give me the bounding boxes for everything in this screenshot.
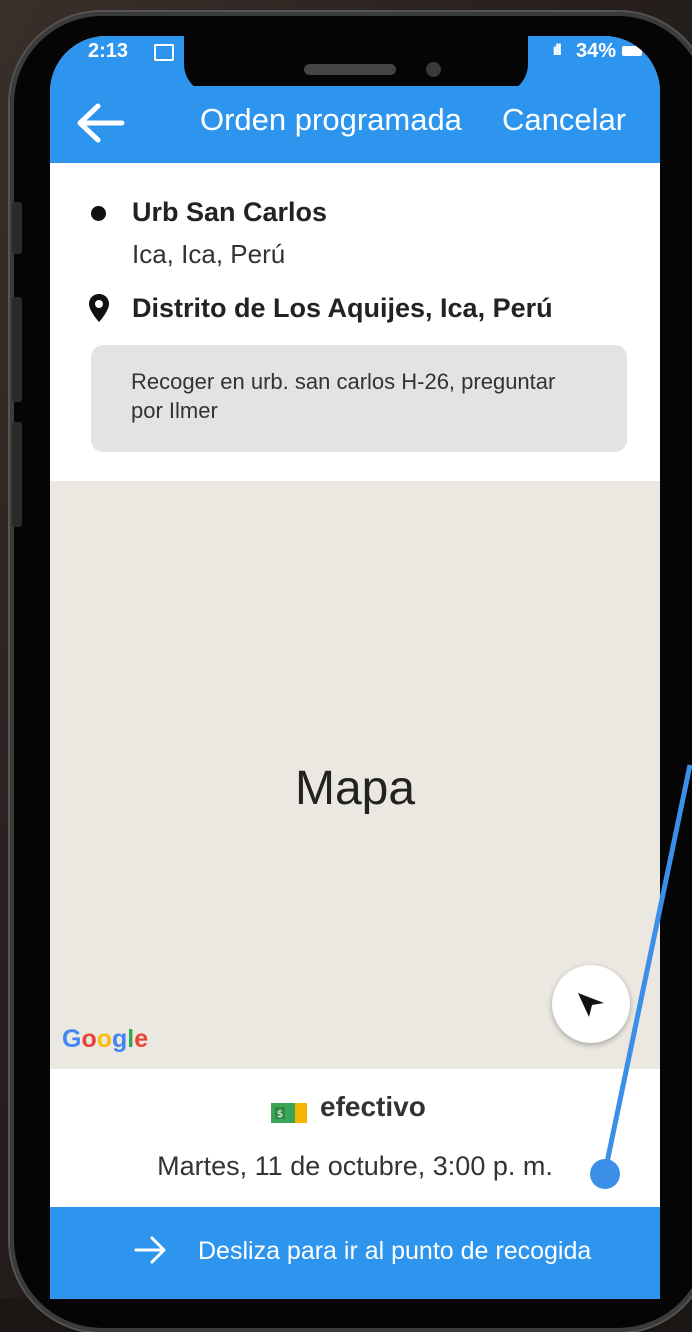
phone-side-button: [12, 202, 22, 254]
origin-subtitle: Ica, Ica, Perú: [132, 239, 286, 269]
pickup-note: Recoger en urb. san carlos H-26, pregunt…: [91, 345, 627, 452]
origin-name: Urb San Carlos: [132, 197, 328, 227]
scheduled-time: Martes, 11 de octubre, 3:00 p. m.: [157, 1151, 553, 1181]
app-screen: 2:13 ıll 34% Orden programada Cancelar U…: [50, 36, 660, 1299]
map-placeholder-label: Mapa: [294, 762, 416, 815]
front-camera: [426, 62, 441, 77]
map-area[interactable]: Mapa Google: [50, 481, 660, 1069]
navigation-arrow-icon: [578, 993, 604, 1017]
cancel-button[interactable]: Cancelar: [502, 102, 626, 138]
back-button[interactable]: [72, 98, 128, 148]
app-bar: Orden programada Cancelar: [50, 86, 660, 163]
payment-method: efectivo: [320, 1091, 426, 1122]
svg-text:$: $: [277, 1109, 283, 1120]
battery-icon: [622, 46, 642, 56]
destination-name: Distrito de Los Aquijes, Ica, Perú: [132, 293, 553, 323]
navigate-button[interactable]: [552, 965, 630, 1043]
slide-label: Desliza para ir al punto de recogida: [198, 1237, 592, 1265]
google-logo: Google: [62, 1025, 149, 1053]
phone-side-button: [12, 422, 22, 527]
location-pin-icon: [89, 294, 109, 322]
slide-to-pickup[interactable]: Desliza para ir al punto de recogida: [50, 1207, 660, 1299]
phone-side-button: [12, 297, 22, 402]
origin-dot-icon: [91, 206, 106, 221]
money-icon: $: [271, 1103, 307, 1123]
status-time: 2:13: [88, 40, 129, 62]
order-info: $ efectivo Martes, 11 de octubre, 3:00 p…: [50, 1069, 660, 1207]
signal-icon: ıll: [552, 42, 562, 59]
page-title: Orden programada: [200, 102, 462, 137]
battery-level: 34%: [575, 40, 616, 62]
speaker-grille: [304, 64, 396, 75]
image-notification-icon: [154, 44, 174, 61]
back-arrow-icon: [77, 103, 125, 143]
arrow-right-icon: [134, 1236, 166, 1264]
route-details: Urb San Carlos Ica, Ica, Perú Distrito d…: [50, 163, 660, 481]
